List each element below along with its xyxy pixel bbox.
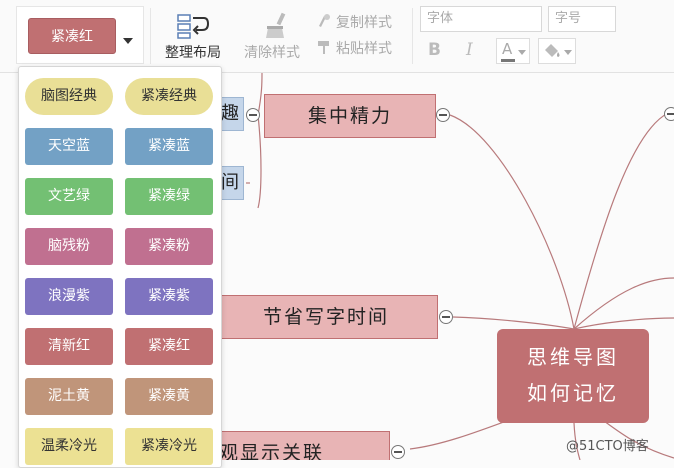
theme-option[interactable]: 浪漫紫 (25, 278, 113, 315)
theme-option[interactable]: 紧凑经典 (125, 78, 213, 115)
chevron-down-icon[interactable] (564, 50, 572, 55)
watermark: @51CTO博客 (566, 439, 649, 454)
toolbar-divider (150, 8, 151, 64)
copy-style-button[interactable]: 复制样式 (316, 12, 392, 32)
chevron-down-icon[interactable] (518, 50, 526, 55)
paste-style-button[interactable]: 粘贴样式 (316, 38, 392, 58)
toolbar: 紧凑红 整理布局 清除样式 复制样式 粘贴样式 字体 字号 B I A (0, 0, 674, 73)
theme-option[interactable]: 紧凑黄 (125, 378, 213, 415)
arrange-layout-button[interactable]: 整理布局 (158, 8, 228, 66)
font-color-swatch (501, 59, 515, 62)
arrange-layout-icon (177, 14, 210, 39)
copy-style-icon (319, 14, 330, 27)
theme-option[interactable]: 紧凑蓝 (125, 128, 213, 165)
clear-style-label: 清除样式 (244, 45, 300, 61)
node-top-right-collapse-toggle[interactable] (664, 107, 674, 121)
theme-option[interactable]: 清新红 (25, 328, 113, 365)
theme-option[interactable]: 文艺绿 (25, 178, 113, 215)
copy-style-label: 复制样式 (336, 15, 392, 31)
font-family-select[interactable]: 字体 (420, 6, 542, 32)
theme-option[interactable]: 紧凑绿 (125, 178, 213, 215)
root-node-line1: 思维导图 (527, 345, 619, 369)
background-color-button[interactable] (538, 38, 576, 64)
theme-option[interactable]: 天空蓝 (25, 128, 113, 165)
node-show-relations-collapse-toggle[interactable] (391, 445, 405, 459)
theme-option[interactable]: 脑残粉 (25, 228, 113, 265)
theme-option[interactable]: 温柔冷光 (25, 428, 113, 465)
root-node[interactable]: 思维导图 如何记忆 (497, 329, 649, 423)
font-size-select[interactable]: 字号 (548, 6, 616, 32)
paste-style-label: 粘贴样式 (336, 41, 392, 57)
node-save-writing-time-label: 节省写字时间 (262, 306, 389, 328)
font-color-label: A (502, 40, 513, 58)
theme-current-value[interactable]: 紧凑红 (28, 18, 116, 54)
paint-bucket-icon (545, 44, 560, 57)
toolbar-divider (412, 8, 413, 64)
clear-style-button[interactable]: 清除样式 (242, 8, 310, 66)
paint-roller-icon (318, 41, 329, 54)
theme-option[interactable]: 紧凑粉 (125, 228, 213, 265)
theme-dropdown-menu: 脑图经典 紧凑经典 天空蓝 紧凑蓝 文艺绿 紧凑绿 脑残粉 紧凑粉 浪漫紫 紧凑紫 清新红 紧凑红 泥土… (18, 66, 222, 468)
node-focus[interactable]: 集中精力 (264, 94, 436, 138)
broom-icon (266, 12, 286, 38)
node-focus-collapse-toggle[interactable] (436, 108, 450, 122)
node-save-writing-time[interactable]: 节省写字时间 (214, 295, 438, 339)
node-partial-interest-collapse-toggle[interactable] (246, 108, 260, 122)
node-show-relations[interactable]: 观显示关联 (214, 431, 390, 460)
theme-option[interactable]: 紧凑红 (125, 328, 213, 365)
theme-option[interactable]: 泥土黄 (25, 378, 113, 415)
bold-button[interactable]: B (428, 40, 441, 60)
italic-button[interactable]: I (466, 40, 473, 60)
chevron-down-icon[interactable] (123, 38, 133, 44)
node-partial-time-label: 间 (221, 172, 239, 193)
arrange-layout-label: 整理布局 (165, 45, 221, 61)
node-show-relations-label: 观显示关联 (219, 442, 325, 460)
theme-option[interactable]: 紧凑冷光 (125, 428, 213, 465)
root-node-line2: 如何记忆 (527, 381, 619, 405)
node-partial-interest-label: 趣 (221, 103, 239, 124)
theme-option[interactable]: 紧凑紫 (125, 278, 213, 315)
node-save-writing-time-collapse-toggle[interactable] (439, 310, 453, 324)
theme-selector[interactable]: 紧凑红 (16, 6, 144, 64)
font-color-button[interactable]: A (496, 38, 530, 64)
node-focus-label: 集中精力 (307, 105, 392, 127)
theme-option[interactable]: 脑图经典 (25, 78, 113, 115)
